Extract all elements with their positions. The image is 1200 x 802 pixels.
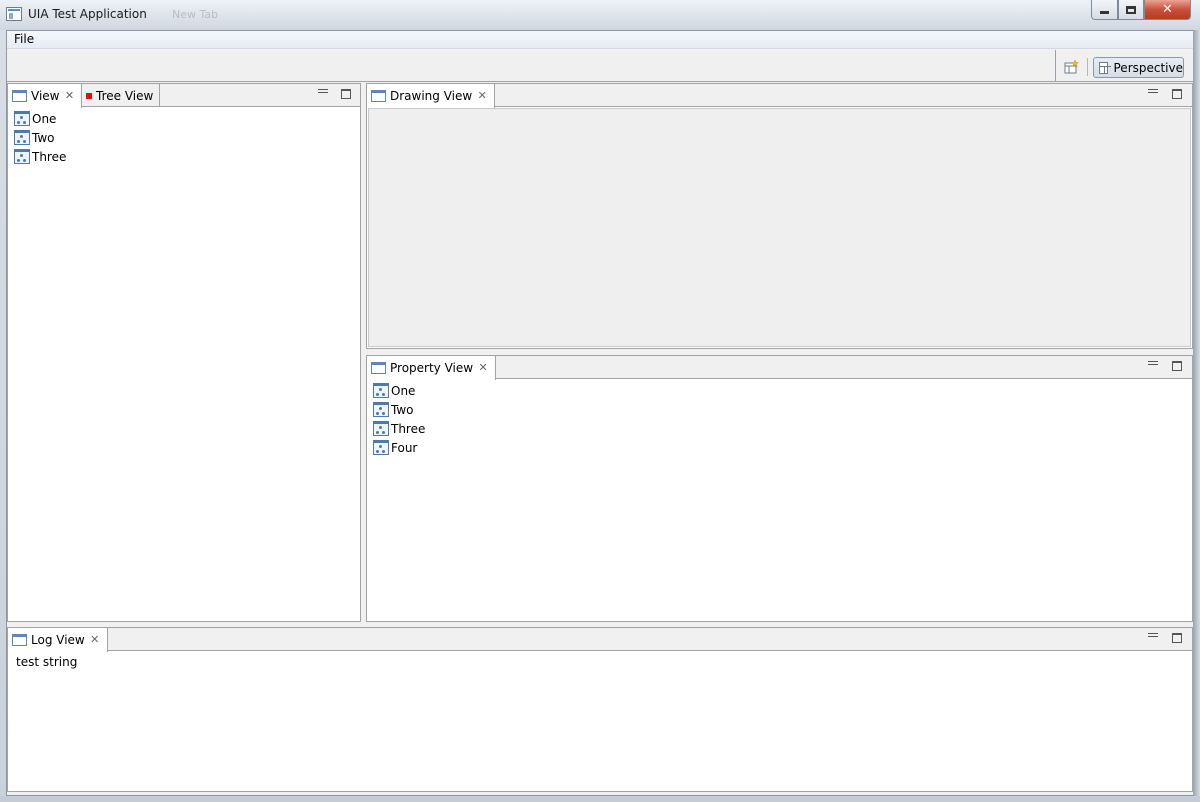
background-tab-label: New Tab	[172, 8, 219, 21]
tab-tree-view[interactable]: Tree View	[82, 84, 161, 107]
list-item-label: Two	[391, 402, 414, 417]
property-panel-tabbar: Property View ✕	[367, 356, 1192, 380]
list-item-label: Two	[32, 130, 55, 145]
close-tab-icon[interactable]: ✕	[63, 90, 75, 102]
close-button[interactable]: ✕	[1144, 0, 1191, 20]
log-panel-tabbar: Log View ✕	[8, 628, 1192, 652]
title-bar[interactable]: UIA Test Application New Tab ✕	[0, 0, 1200, 30]
app-icon	[6, 7, 22, 21]
tab-drawing-view[interactable]: Drawing View ✕	[367, 84, 496, 108]
toolbar-divider	[1087, 58, 1088, 76]
tab-tree-view-label: Tree View	[96, 88, 154, 103]
view-icon	[371, 362, 386, 374]
tab-log-view-label: Log View	[31, 633, 85, 647]
perspective-label: Perspective	[1113, 60, 1184, 75]
list-item[interactable]: One	[373, 381, 425, 400]
list-item-label: Three	[32, 149, 67, 164]
property-panel: Property View ✕ One Two Three Four	[366, 355, 1193, 622]
drawing-canvas[interactable]	[368, 108, 1191, 347]
menu-file[interactable]: File	[14, 32, 34, 46]
list-item[interactable]: One	[14, 109, 66, 128]
node-icon	[373, 402, 389, 417]
list-item-label: One	[391, 383, 416, 398]
node-icon	[14, 111, 30, 126]
view-tree-list: One Two Three	[14, 109, 66, 166]
list-item[interactable]: Four	[373, 438, 425, 457]
panel-minimize-icon[interactable]	[318, 89, 328, 93]
window-right-edge	[1193, 30, 1200, 802]
tab-property-view-label: Property View	[390, 361, 474, 375]
node-icon	[373, 383, 389, 398]
panel-minimize-icon[interactable]	[1148, 633, 1158, 637]
list-item-label: Three	[391, 421, 426, 436]
close-icon: ✕	[1162, 2, 1173, 17]
open-perspective-icon[interactable]	[1064, 59, 1080, 75]
property-list: One Two Three Four	[373, 381, 425, 457]
window-title: UIA Test Application	[28, 7, 147, 21]
minimize-icon	[1100, 11, 1109, 14]
perspective-icon	[1099, 61, 1111, 74]
list-item[interactable]: Three	[14, 147, 66, 166]
close-tab-icon[interactable]: ✕	[476, 90, 488, 102]
view-icon	[12, 90, 27, 102]
view-panel-content: One Two Three	[8, 107, 360, 621]
view-panel: View ✕ Tree View One Two Three	[7, 83, 361, 622]
close-tab-icon[interactable]: ✕	[477, 362, 489, 374]
menu-bar: File	[7, 31, 1193, 49]
panel-maximize-icon[interactable]	[1172, 89, 1182, 99]
red-square-icon	[86, 92, 92, 99]
list-item[interactable]: Three	[373, 419, 425, 438]
minimize-button[interactable]	[1091, 0, 1118, 20]
property-panel-content: One Two Three Four	[367, 379, 1192, 621]
tab-drawing-view-label: Drawing View	[390, 89, 473, 103]
node-icon	[14, 130, 30, 145]
close-tab-icon[interactable]: ✕	[89, 634, 101, 646]
drawing-panel: Drawing View ✕	[366, 83, 1193, 349]
list-item[interactable]: Two	[14, 128, 66, 147]
panel-maximize-icon[interactable]	[341, 89, 351, 99]
list-item-label: One	[32, 111, 57, 126]
list-item[interactable]: Two	[373, 400, 425, 419]
view-icon	[371, 90, 386, 102]
node-icon	[373, 440, 389, 455]
list-item-label: Four	[391, 440, 418, 455]
toolbar	[7, 50, 1193, 82]
view-panel-tabbar: View ✕ Tree View	[8, 84, 360, 108]
panel-minimize-icon[interactable]	[1148, 89, 1158, 93]
log-panel: Log View ✕ test string	[7, 627, 1193, 792]
node-icon	[14, 149, 30, 164]
window-bottom-edge	[0, 796, 1200, 802]
tab-view[interactable]: View ✕	[8, 84, 83, 108]
panel-maximize-icon[interactable]	[1172, 361, 1182, 371]
maximize-icon	[1126, 5, 1136, 14]
drawing-panel-tabbar: Drawing View ✕	[367, 84, 1192, 108]
tab-log-view[interactable]: Log View ✕	[8, 628, 108, 652]
panel-maximize-icon[interactable]	[1172, 633, 1182, 643]
node-icon	[373, 421, 389, 436]
tab-property-view[interactable]: Property View ✕	[367, 356, 497, 380]
view-icon	[12, 634, 27, 646]
perspective-button[interactable]: Perspective	[1093, 57, 1184, 78]
maximize-button[interactable]	[1118, 0, 1144, 20]
log-text: test string	[16, 655, 78, 669]
toolbar-separator	[1055, 50, 1056, 82]
log-content[interactable]: test string	[8, 651, 1192, 791]
panel-minimize-icon[interactable]	[1148, 361, 1158, 365]
tab-view-label: View	[31, 89, 60, 103]
